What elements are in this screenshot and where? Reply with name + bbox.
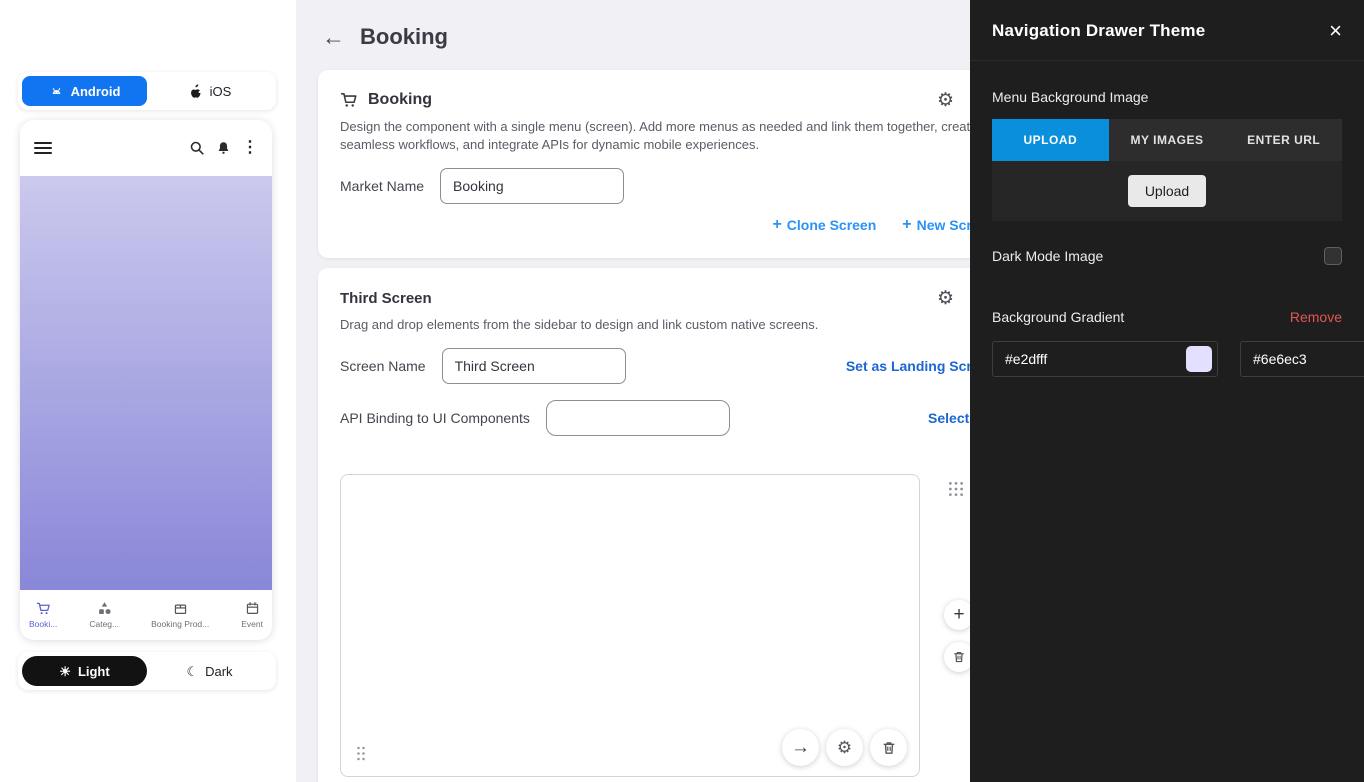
phone-top-bar: ⋮: [20, 120, 272, 176]
light-theme-button[interactable]: ☀ Light: [22, 656, 147, 686]
delete-button[interactable]: [870, 729, 907, 766]
product-box-icon: [173, 601, 188, 616]
component-description: Design the component with a single menu …: [340, 118, 982, 154]
trash-icon: [881, 740, 897, 756]
plus-icon: +: [772, 216, 781, 234]
dark-theme-label: Dark: [205, 664, 232, 679]
navigation-drawer-theme-panel: Navigation Drawer Theme × Menu Backgroun…: [970, 0, 1364, 782]
page-title: Booking: [360, 24, 448, 50]
android-icon: [49, 84, 64, 99]
tab-enter-url[interactable]: ENTER URL: [1225, 119, 1342, 161]
android-toggle-label: Android: [71, 84, 121, 99]
phone-bottom-nav: Booki... Categ... Book: [20, 590, 272, 640]
theme-toggle: ☀ Light ☾ Dark: [18, 652, 276, 690]
back-arrow-icon[interactable]: ←: [322, 26, 345, 49]
gear-icon[interactable]: ⚙: [937, 289, 954, 308]
android-toggle-button[interactable]: Android: [22, 76, 147, 106]
category-icon: [97, 601, 112, 616]
nav-label: Categ...: [89, 619, 119, 629]
api-binding-label: API Binding to UI Components: [340, 410, 530, 426]
drag-handle-icon[interactable]: [355, 745, 367, 762]
clone-screen-link[interactable]: + Clone Screen: [772, 216, 876, 234]
plus-icon: +: [953, 604, 964, 626]
remove-gradient-link[interactable]: Remove: [1290, 309, 1342, 325]
menu-background-image-label: Menu Background Image: [970, 89, 1364, 105]
gear-icon[interactable]: ⚙: [937, 91, 954, 110]
search-icon[interactable]: [189, 140, 205, 156]
api-binding-input[interactable]: [546, 400, 730, 436]
ios-toggle-button[interactable]: iOS: [147, 76, 272, 106]
phone-preview: ⋮ Booki...: [20, 120, 272, 640]
third-screen-card: Third Screen ⚙ Drag and drop elements fr…: [318, 268, 1018, 782]
light-theme-label: Light: [78, 664, 110, 679]
navigate-button[interactable]: →: [782, 729, 819, 766]
plus-icon: +: [902, 216, 911, 234]
trash-icon: [952, 650, 966, 664]
screen-name-label: Screen Name: [340, 358, 426, 374]
preview-sidebar: Android iOS: [0, 0, 296, 782]
nav-label: Booking Prod...: [151, 619, 209, 629]
hamburger-menu-icon[interactable]: [34, 141, 52, 155]
nav-item-booking[interactable]: Booki...: [29, 601, 57, 629]
drag-handle-icon[interactable]: [947, 480, 965, 498]
gear-icon: ⚙: [837, 739, 852, 756]
cart-icon: [340, 91, 358, 109]
dark-mode-checkbox[interactable]: [1324, 247, 1342, 265]
panel-title: Navigation Drawer Theme: [992, 21, 1205, 41]
market-name-label: Market Name: [340, 178, 424, 194]
gradient-color-2: [1240, 341, 1364, 377]
gradient-color-2-input[interactable]: [1253, 351, 1364, 367]
upload-area: Upload: [992, 161, 1342, 221]
page-header: ← Booking: [322, 24, 448, 50]
bell-icon[interactable]: [216, 140, 231, 156]
image-source-tabs: UPLOAD MY IMAGES ENTER URL: [992, 119, 1342, 161]
gradient-color-inputs: [970, 341, 1364, 377]
nav-item-event[interactable]: Event: [241, 601, 263, 629]
moon-icon: ☾: [186, 665, 198, 678]
gradient-color-1: [992, 341, 1218, 377]
gradient-color-1-swatch[interactable]: [1186, 346, 1212, 372]
upload-button[interactable]: Upload: [1128, 175, 1206, 207]
apple-icon: [188, 83, 203, 99]
phone-screen-gradient[interactable]: [20, 176, 272, 590]
market-name-input[interactable]: [440, 168, 624, 204]
component-title: Booking: [368, 91, 432, 109]
cart-icon: [36, 601, 51, 616]
nav-item-categories[interactable]: Categ...: [89, 601, 119, 629]
screen-canvas-dropzone[interactable]: → ⚙: [340, 474, 920, 777]
sun-icon: ☀: [59, 665, 71, 678]
nav-item-booking-products[interactable]: Booking Prod...: [151, 601, 209, 629]
gradient-color-1-input[interactable]: [1005, 351, 1186, 367]
app-builder-screen: Android iOS: [0, 0, 1364, 782]
tab-upload[interactable]: UPLOAD: [992, 119, 1109, 161]
arrow-right-icon: →: [791, 738, 810, 757]
screen-name-input[interactable]: [442, 348, 626, 384]
platform-toggle: Android iOS: [18, 72, 276, 110]
dark-theme-button[interactable]: ☾ Dark: [147, 656, 272, 686]
dark-mode-image-label: Dark Mode Image: [992, 248, 1103, 264]
settings-button[interactable]: ⚙: [826, 729, 863, 766]
background-gradient-label: Background Gradient: [992, 309, 1124, 325]
close-icon[interactable]: ×: [1329, 20, 1342, 42]
calendar-icon: [245, 601, 260, 616]
ios-toggle-label: iOS: [210, 84, 232, 99]
screen-title: Third Screen: [340, 290, 432, 307]
nav-label: Booki...: [29, 619, 57, 629]
booking-component-card: Booking ⚙ Design the component with a si…: [318, 70, 1018, 258]
tab-my-images[interactable]: MY IMAGES: [1109, 119, 1226, 161]
nav-label: Event: [241, 619, 263, 629]
kebab-menu-icon[interactable]: ⋮: [242, 140, 258, 156]
screen-description: Drag and drop elements from the sidebar …: [340, 316, 982, 334]
